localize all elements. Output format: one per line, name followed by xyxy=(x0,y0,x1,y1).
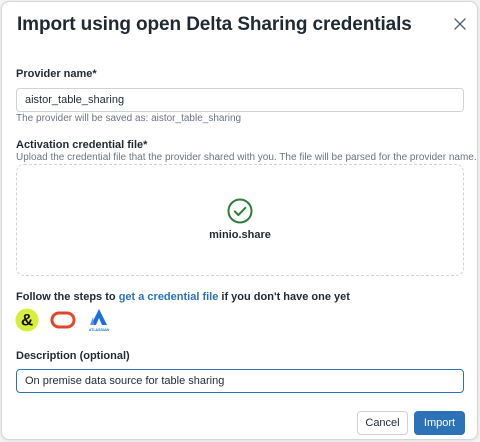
provider-name-input[interactable] xyxy=(16,88,464,112)
close-button[interactable] xyxy=(450,14,470,34)
steps-prefix: Follow the steps to xyxy=(16,291,116,303)
uploaded-file-name: minio.share xyxy=(209,229,271,241)
atlassian-logo-icon[interactable]: ATLASSIAN xyxy=(87,308,111,332)
svg-text:ATLASSIAN: ATLASSIAN xyxy=(89,328,110,332)
ampersand-logo-icon[interactable]: & xyxy=(15,308,39,332)
close-icon xyxy=(454,18,466,30)
description-label: Description (optional) xyxy=(16,350,130,362)
provider-name-label: Provider name* xyxy=(16,68,97,80)
import-button[interactable]: Import xyxy=(414,411,465,435)
provider-name-hint: The provider will be saved as: aistor_ta… xyxy=(16,113,242,124)
dialog-title: Import using open Delta Sharing credenti… xyxy=(17,14,412,35)
get-credential-file-link[interactable]: get a credential file xyxy=(119,291,219,303)
cancel-button[interactable]: Cancel xyxy=(357,411,408,435)
credential-steps-text: Follow the steps to get a credential fil… xyxy=(16,291,350,303)
credential-file-label: Activation credential file* xyxy=(16,139,148,151)
steps-suffix: if you don't have one yet xyxy=(221,291,350,303)
description-input[interactable] xyxy=(16,369,464,393)
credential-file-hint: Upload the credential file that the prov… xyxy=(16,152,477,163)
svg-text:&: & xyxy=(21,311,33,330)
oracle-logo-icon[interactable] xyxy=(50,308,76,332)
check-circle-icon xyxy=(227,198,253,224)
